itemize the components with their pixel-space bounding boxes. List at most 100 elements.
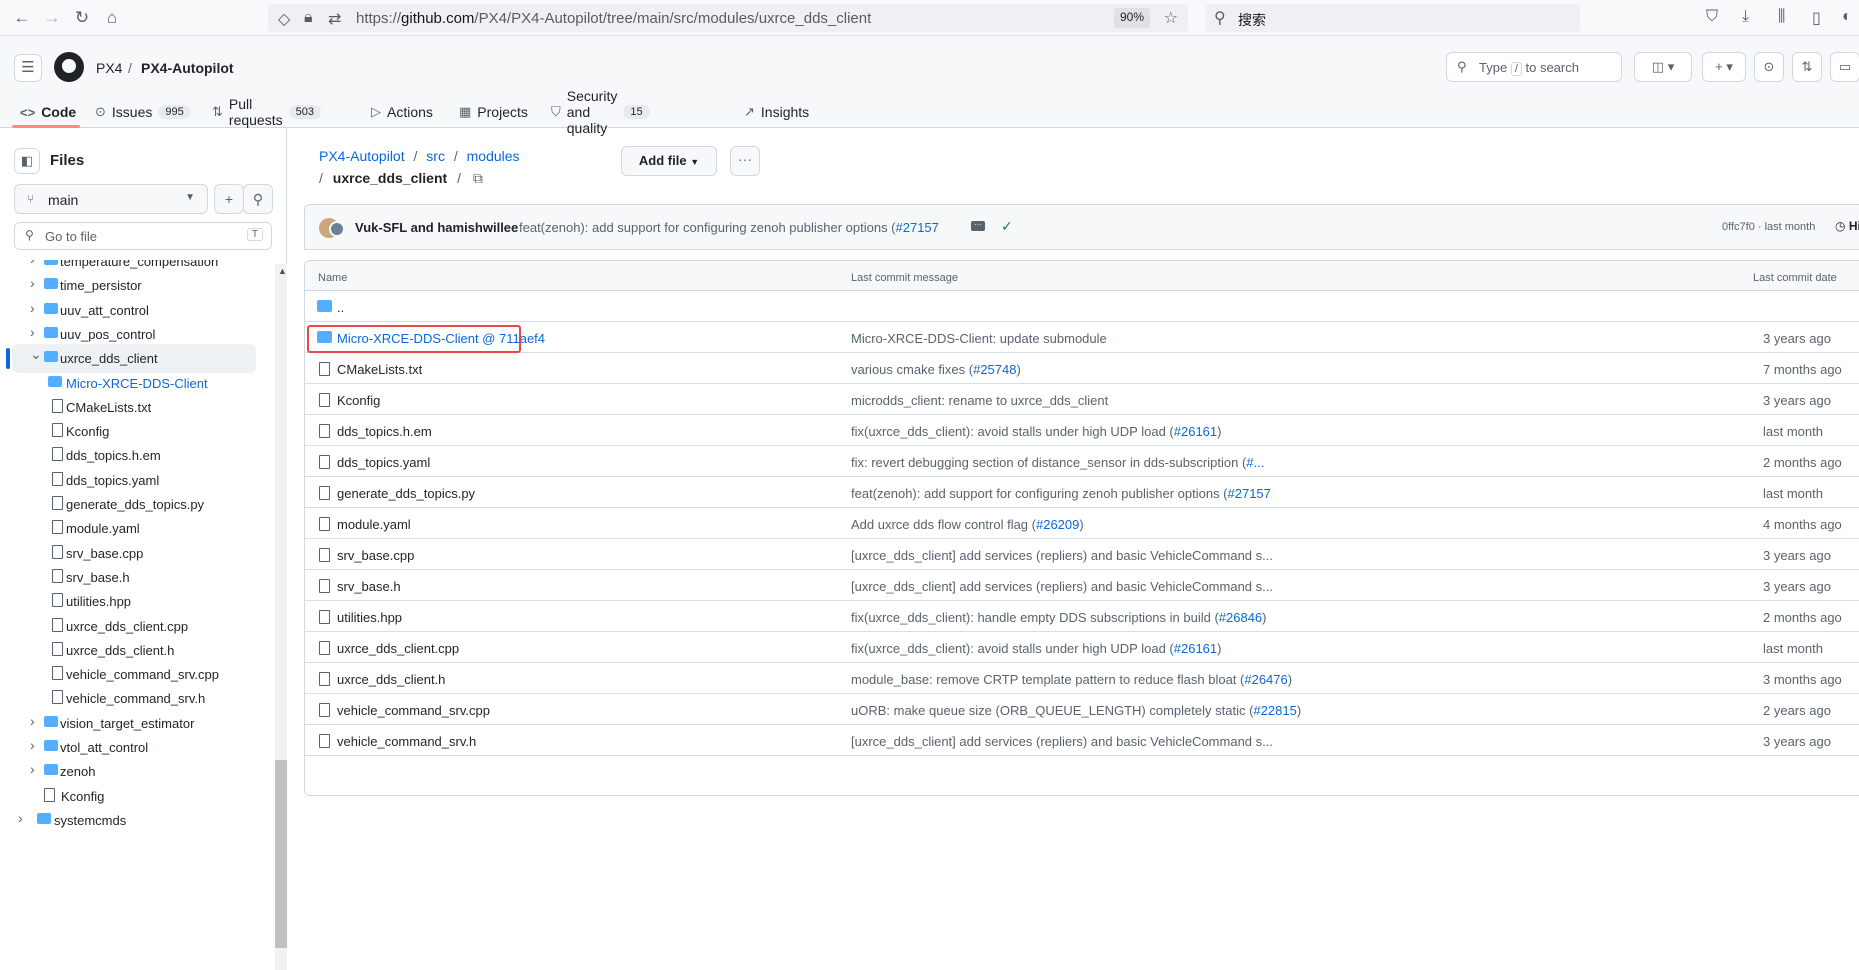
sidebar-scrollbar-thumb[interactable] xyxy=(275,760,287,948)
pr-link[interactable]: #26161 xyxy=(1174,641,1217,656)
shield-icon[interactable]: ◇ xyxy=(278,9,290,29)
avatar[interactable] xyxy=(329,221,345,237)
commit-message-link[interactable]: uORB: make queue size (ORB_QUEUE_LENGTH)… xyxy=(851,703,1301,718)
table-row[interactable]: Kconfig microdds_client: rename to uxrce_… xyxy=(305,384,1859,415)
tab-security[interactable]: ⛉ Security and quality 15 xyxy=(551,88,650,136)
chevron-right-icon[interactable]: › xyxy=(30,761,35,777)
tree-folder[interactable]: › systemcmds xyxy=(0,806,256,835)
add-file-icon[interactable]: + xyxy=(214,184,244,214)
table-row[interactable]: module.yaml Add uxrce dds flow control fl… xyxy=(305,508,1859,539)
commit-pr-link[interactable]: #27157 xyxy=(896,220,939,235)
go-to-file-input[interactable]: ⚲ Go to file T xyxy=(14,222,272,250)
add-file-button[interactable]: Add file ▼ xyxy=(621,146,717,176)
file-name-link[interactable]: CMakeLists.txt xyxy=(337,362,422,377)
commit-message-link[interactable]: microdds_client: rename to uxrce_dds_cli… xyxy=(851,393,1108,408)
tab-issues[interactable]: ⊙ Issues 995 xyxy=(95,96,191,128)
expand-message-icon[interactable]: ··· xyxy=(971,221,985,231)
library-icon[interactable]: ⫼ xyxy=(1778,8,1785,26)
more-options-button[interactable]: ··· xyxy=(730,146,760,176)
tab-projects[interactable]: ▦ Projects xyxy=(459,96,528,128)
commit-message-link[interactable]: fix(uxrce_dds_client): avoid stalls unde… xyxy=(851,641,1222,656)
address-bar[interactable]: ◇ 🔒︎ ⇄ https://github.com/PX4/PX4-Autopi… xyxy=(268,4,1188,32)
commit-sha-time[interactable]: 0ffc7f0 · last month xyxy=(1722,221,1815,233)
commit-message-link[interactable]: fix(uxrce_dds_client): avoid stalls unde… xyxy=(851,424,1222,439)
chevron-right-icon[interactable]: › xyxy=(18,810,23,826)
chevron-right-icon[interactable]: › xyxy=(30,324,35,340)
sidebar-icon[interactable]: ▯ xyxy=(1812,8,1821,28)
scroll-up-icon[interactable]: ▲ xyxy=(278,266,287,276)
breadcrumb-src[interactable]: src xyxy=(426,148,445,164)
table-row[interactable]: uxrce_dds_client.cpp fix(uxrce_dds_client… xyxy=(305,632,1859,663)
file-name-link[interactable]: uxrce_dds_client.cpp xyxy=(337,641,459,656)
commit-message-link[interactable]: fix: revert debugging section of distanc… xyxy=(851,455,1264,470)
forward-icon[interactable]: → xyxy=(42,8,62,28)
file-name-link[interactable]: srv_base.cpp xyxy=(337,548,414,563)
commit-message-link[interactable]: feat(zenoh): add support for configuring… xyxy=(851,486,1271,501)
collapse-sidebar-icon[interactable]: ◧ xyxy=(14,148,40,174)
commit-message-link[interactable]: [uxrce_dds_client] add services (replier… xyxy=(851,579,1273,594)
tab-insights[interactable]: ↗ Insights xyxy=(744,96,809,128)
file-name-link[interactable]: uxrce_dds_client.h xyxy=(337,672,445,687)
copy-path-icon[interactable]: ⧉ xyxy=(473,170,483,186)
commit-message-link[interactable]: various cmake fixes (#25748) xyxy=(851,362,1021,377)
tab-pull-requests[interactable]: ⇅ Pull requests 503 xyxy=(212,96,321,128)
url-text[interactable]: https://github.com/PX4/PX4-Autopilot/tre… xyxy=(356,10,871,27)
file-name-link[interactable]: utilities.hpp xyxy=(337,610,402,625)
pr-link[interactable]: #25748 xyxy=(973,362,1016,377)
file-name-link[interactable]: vehicle_command_srv.h xyxy=(337,734,476,749)
table-row[interactable]: vehicle_command_srv.h [uxrce_dds_client] … xyxy=(305,725,1859,756)
owner-link[interactable]: PX4 xyxy=(96,60,122,76)
repo-link[interactable]: PX4-Autopilot xyxy=(141,60,234,76)
star-icon[interactable]: ☆ xyxy=(1164,8,1178,28)
breadcrumb-modules[interactable]: modules xyxy=(467,148,520,164)
table-row[interactable]: generate_dds_topics.py feat(zenoh): add s… xyxy=(305,477,1859,508)
pull-requests-icon[interactable]: ⇅ xyxy=(1792,52,1822,82)
search-icon[interactable]: ⚲ xyxy=(243,184,273,214)
table-row[interactable]: vehicle_command_srv.cpp uORB: make queue … xyxy=(305,694,1859,725)
tab-actions[interactable]: ▷ Actions xyxy=(371,96,433,128)
file-name-link[interactable]: dds_topics.h.em xyxy=(337,424,432,439)
back-icon[interactable]: ← xyxy=(12,8,32,28)
pr-link[interactable]: #22815 xyxy=(1253,703,1296,718)
chevron-right-icon[interactable]: › xyxy=(30,260,35,267)
parent-directory-row[interactable]: .. xyxy=(305,291,1859,322)
parent-directory-link[interactable]: .. xyxy=(337,300,344,315)
chevron-right-icon[interactable]: › xyxy=(30,300,35,316)
breadcrumb-repo[interactable]: PX4-Autopilot xyxy=(319,148,405,164)
lock-icon[interactable]: 🔒︎ xyxy=(304,9,313,27)
table-row[interactable]: dds_topics.h.em fix(uxrce_dds_client): av… xyxy=(305,415,1859,446)
inbox-icon[interactable]: ▭ xyxy=(1830,52,1859,82)
commit-message-link[interactable]: Micro-XRCE-DDS-Client: update submodule xyxy=(851,331,1107,346)
pr-link[interactable]: #27157 xyxy=(1228,486,1271,501)
commit-message-link[interactable]: [uxrce_dds_client] add services (replier… xyxy=(851,548,1273,563)
table-row[interactable]: dds_topics.yaml fix: revert debugging sec… xyxy=(305,446,1859,477)
pocket-icon[interactable]: ⛉ xyxy=(1706,8,1718,26)
menu-icon[interactable]: ☰ xyxy=(14,54,42,82)
table-row[interactable]: utilities.hpp fix(uxrce_dds_client): hand… xyxy=(305,601,1859,632)
commit-message-link[interactable]: [uxrce_dds_client] add services (replier… xyxy=(851,734,1273,749)
zoom-level[interactable]: 90% xyxy=(1113,8,1150,28)
commit-message-link[interactable]: module_base: remove CRTP template patter… xyxy=(851,672,1292,687)
file-name-link[interactable]: vehicle_command_srv.cpp xyxy=(337,703,490,718)
pr-link[interactable]: #26209 xyxy=(1036,517,1079,532)
table-row[interactable]: Micro-XRCE-DDS-Client @ 711aef4 Micro-XRC… xyxy=(305,322,1859,353)
table-row[interactable]: srv_base.cpp [uxrce_dds_client] add servi… xyxy=(305,539,1859,570)
pr-link[interactable]: #26846 xyxy=(1219,610,1262,625)
branch-selector[interactable]: ⑂ main ▼ xyxy=(14,184,208,214)
github-logo-icon[interactable] xyxy=(54,52,84,82)
reload-icon[interactable]: ↻ xyxy=(72,8,92,28)
github-search-input[interactable]: ⚲ Type / to search xyxy=(1446,52,1622,82)
issues-icon[interactable]: ⊙ xyxy=(1754,52,1784,82)
check-icon[interactable]: ✓ xyxy=(1001,218,1013,235)
home-icon[interactable]: ⌂ xyxy=(102,8,122,28)
account-icon[interactable]: ◐ xyxy=(1842,8,1852,26)
history-link[interactable]: ◷ History xyxy=(1835,219,1859,233)
chevron-right-icon[interactable]: › xyxy=(30,275,35,291)
commit-message-link[interactable]: fix(uxrce_dds_client): handle empty DDS … xyxy=(851,610,1267,625)
commit-authors[interactable]: Vuk-SFL and hamishwillee xyxy=(355,220,518,235)
file-name-link[interactable]: module.yaml xyxy=(337,517,411,532)
commit-message[interactable]: feat(zenoh): add support for configuring… xyxy=(519,220,939,235)
table-row[interactable]: CMakeLists.txt various cmake fixes (#2574… xyxy=(305,353,1859,384)
download-icon[interactable]: ⤓ xyxy=(1742,8,1749,26)
create-new-button[interactable]: + ▾ xyxy=(1702,52,1746,82)
